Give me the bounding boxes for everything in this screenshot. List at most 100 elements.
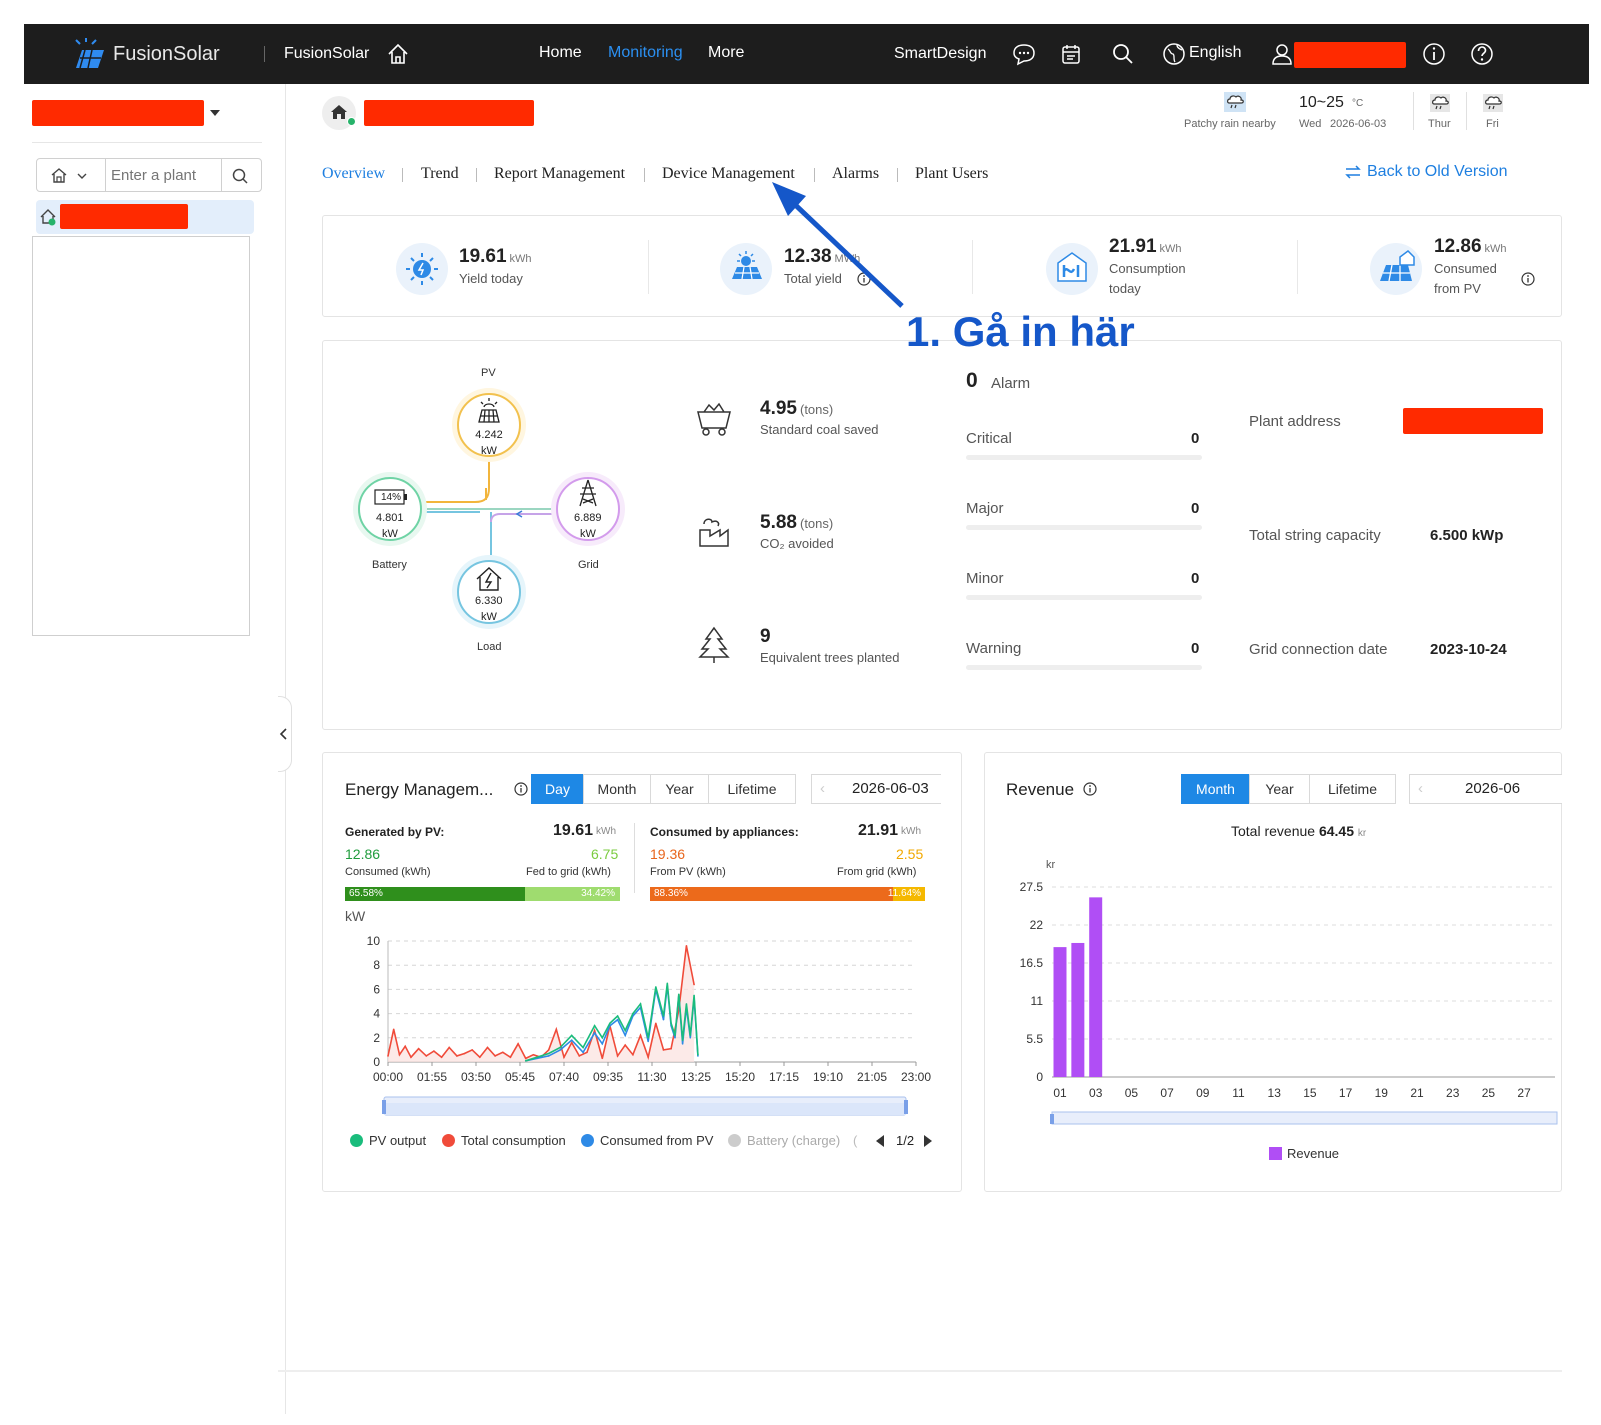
legend-consumed-from-pv[interactable]: Consumed from PV [581,1133,713,1148]
revenue-period-year-button[interactable]: Year [1249,774,1310,804]
period-day-button[interactable]: Day [531,774,584,804]
plant-list-item[interactable] [36,200,254,234]
info-icon[interactable] [1521,272,1535,286]
tab-divider [402,168,403,182]
calendar-icon[interactable] [1057,40,1085,68]
home-filter-icon[interactable] [49,166,69,184]
load-unit: kW [481,611,497,623]
rain-cloud-icon [1430,94,1450,112]
help-icon[interactable] [1468,40,1496,68]
home-icon[interactable] [384,40,412,68]
search-icon[interactable] [231,167,249,185]
chevron-left-icon[interactable]: ‹ [820,775,825,803]
data-point-pv-output [666,982,669,985]
info-icon[interactable] [1083,782,1097,796]
tab-trend[interactable]: Trend [421,165,459,183]
tree-icon [698,626,730,663]
alarm-critical-label: Critical [966,430,1012,447]
collapse-sidebar-handle[interactable] [278,696,292,772]
divider [1413,92,1414,130]
fusionsolar-logo-icon [75,38,104,69]
legend-battery-charge[interactable]: Battery (charge) [728,1133,840,1148]
data-point-consumed-from-pv [624,1034,627,1037]
data-point-total-consumption [471,1049,473,1051]
pv-value: 4.242 [475,429,503,441]
y-tick-label: 0 [373,1055,380,1069]
x-tick-label: 05:45 [505,1070,535,1084]
divider [1297,240,1298,294]
tab-overview[interactable]: Overview [322,165,385,183]
data-point-total-consumption [392,1028,395,1031]
divider [972,240,973,294]
nav-monitoring[interactable]: Monitoring [608,44,683,62]
unit: kWh [1484,243,1507,255]
info-icon[interactable] [514,782,528,796]
revenue-date-picker[interactable]: ‹ 2026-06 [1409,774,1562,804]
tab-report-management[interactable]: Report Management [494,165,625,183]
back-to-old-version-link[interactable]: Back to Old Version [1367,163,1508,181]
house-icon [331,105,347,119]
chevron-left-icon[interactable]: ‹ [1418,775,1423,803]
data-point-total-consumption [456,1055,458,1057]
forecast-day-1: Thur [1428,118,1451,130]
y-tick-label: 5.5 [1026,1032,1043,1046]
data-point-total-consumption [410,1056,412,1058]
data-point-pv-output [570,1034,573,1037]
revenue-bar-day-01 [1053,947,1067,1077]
alarm-minor-count: 0 [1191,570,1200,587]
x-tick-label: 19 [1375,1086,1389,1100]
y-tick-label: 27.5 [1020,880,1044,894]
language-selector[interactable]: English [1189,44,1241,62]
brand-title[interactable]: FusionSolar [113,43,220,66]
caret-down-icon[interactable] [208,108,222,118]
user-icon[interactable] [1268,40,1296,68]
message-icon[interactable] [1010,40,1038,68]
search-icon[interactable] [1109,40,1137,68]
legend-pv-output[interactable]: PV output [350,1133,426,1148]
data-point-pv-output [677,993,680,996]
data-point-total-consumption [509,1056,512,1058]
redacted-company-name [32,100,204,126]
revenue-period-month-button[interactable]: Month [1181,774,1250,804]
nav-more[interactable]: More [708,44,744,62]
string-capacity-value: 6.500 kWp [1430,527,1504,544]
plant-list-panel [32,236,250,636]
plant-address-label: Plant address [1249,413,1341,430]
nav-home[interactable]: Home [539,44,582,62]
alarm-warning-label: Warning [966,640,1022,657]
chevron-down-icon[interactable] [77,172,87,180]
x-tick-label: 23:00 [901,1070,931,1084]
data-point-total-consumption [425,1055,428,1057]
alarm-total: 0 [966,369,978,392]
info-icon[interactable] [1420,40,1448,68]
tab-plant-users[interactable]: Plant Users [915,165,988,183]
divider [1466,92,1467,130]
data-point-pv-output [547,1052,550,1055]
date-picker[interactable]: ‹ 2026-06-03 [811,774,941,804]
legend-revenue[interactable]: Revenue [1269,1146,1339,1161]
data-point-total-consumption [398,1053,401,1056]
legend-next-icon[interactable] [922,1134,934,1148]
period-lifetime-button[interactable]: Lifetime [708,774,796,804]
weather-day: Wed [1299,118,1322,130]
period-month-button[interactable]: Month [583,774,651,804]
legend-label: Consumed from PV [600,1133,714,1148]
plant-search-input[interactable] [111,164,221,186]
smartdesign-link[interactable]: SmartDesign [894,45,986,63]
x-tick-label: 00:00 [373,1070,403,1084]
x-tick-label: 07:40 [549,1070,579,1084]
globe-icon[interactable] [1160,40,1188,68]
legend-prev-icon[interactable] [874,1134,886,1148]
data-point-pv-output [624,1029,627,1032]
grid-connection-date-label: Grid connection date [1249,641,1388,658]
legend-label: Total consumption [461,1133,566,1148]
consumption-pv-pct: 88.36% [654,888,688,899]
legend-total-consumption[interactable]: Total consumption [442,1133,566,1148]
revenue-period-lifetime-button[interactable]: Lifetime [1309,774,1396,804]
x-tick-label: 03:50 [461,1070,491,1084]
period-year-button[interactable]: Year [650,774,709,804]
fed-grid-label: Fed to grid (kWh) [526,866,611,878]
alarm-critical-count: 0 [1191,430,1200,447]
plant-search-box [36,158,262,192]
legend-label: Revenue [1287,1146,1340,1161]
